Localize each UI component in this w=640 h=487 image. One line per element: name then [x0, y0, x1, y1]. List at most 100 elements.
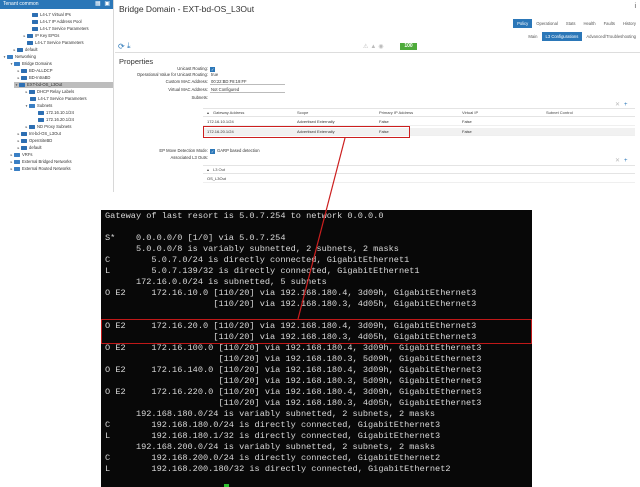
subtab-bar: Main L3 Configurations Advanced/Troubles… — [524, 32, 640, 41]
subtab-advanced-troubleshooting[interactable]: Advanced/Troubleshooting — [582, 32, 640, 41]
refresh-icon[interactable]: ⟳ — [118, 42, 125, 51]
bridge-domain-icon — [19, 83, 25, 87]
folder-icon — [30, 97, 36, 101]
tab-health[interactable]: Health — [579, 19, 599, 28]
tree-item-l4l7-virtual-ips[interactable]: L4-L7 Virtual IPs — [32, 12, 71, 18]
table-cell: Advertised Externally — [297, 119, 335, 124]
tab-faults[interactable]: Faults — [600, 19, 619, 28]
folder-icon — [14, 153, 20, 157]
bridge-domain-icon — [21, 76, 27, 80]
terminal-line: [110/20] via 192.168.180.3, 5d09h, Gigab… — [105, 354, 482, 364]
folder-icon — [29, 90, 35, 94]
subtab-l3-configurations[interactable]: L3 Configurations — [541, 32, 583, 41]
terminal-line: L 192.168.200.180/32 is directly connect… — [105, 464, 451, 474]
terminal-line: O E2 172.16.220.0 [110/20] via 192.168.1… — [105, 387, 482, 397]
tree-item-vrfs[interactable]: ▸ VRFs — [9, 152, 33, 158]
fault-counter-icons[interactable]: ⚠▲◉ — [363, 43, 386, 50]
tree-item-opensitebd[interactable]: ▸ OpenSiteBD — [16, 138, 53, 144]
page-title: Bridge Domain - EXT-bd-OS_L3Out — [119, 4, 255, 14]
subtab-main[interactable]: Main — [524, 32, 541, 41]
table-cell: False — [462, 119, 472, 124]
virtual-mac-input[interactable]: Not Configured — [210, 87, 285, 93]
tree-item-bd-intrabd[interactable]: ▸ BD-IntraBD — [16, 75, 51, 81]
terminal-line: 5.0.0.0/8 is variably subnetted, 2 subne… — [105, 244, 399, 254]
subnets-table-tools: ✕ + — [615, 101, 628, 108]
terminal-line: O E2 172.16.100.0 [110/20] via 192.168.1… — [105, 343, 482, 353]
tree-item-l4l7-service-parameters[interactable]: L4-L7 Service Parameters — [32, 26, 89, 32]
tree-header-title: Tenant common — [3, 1, 39, 7]
bridge-domain-icon — [21, 139, 27, 143]
table-header-row: ▴ L3 Out — [203, 166, 635, 174]
tree-header-icons[interactable]: ▦ ▣ — [95, 1, 111, 8]
column-header[interactable]: Primary IP Address — [379, 109, 413, 117]
terminal-line: [110/20] via 192.168.180.3, 4d05h, Gigab… — [105, 299, 477, 309]
tree-item-bridge-domains[interactable]: ▾ Bridge Domains — [9, 61, 52, 67]
folder-icon — [14, 62, 20, 66]
garp-detection-checkbox[interactable]: ✓ — [210, 148, 215, 154]
tree-item-networking[interactable]: ▾ Networking — [2, 54, 36, 60]
l3out-table: ▴ L3 Out OS_L3Out — [203, 165, 635, 185]
tree-item-nd-proxy-subnets[interactable]: ▸ ND Proxy Subnets — [24, 124, 72, 130]
terminal-line: [110/20] via 192.168.180.3, 5d09h, Gigab… — [105, 376, 482, 386]
column-header[interactable]: Gateway Address — [213, 109, 244, 117]
column-header[interactable]: Scope — [297, 109, 308, 117]
tab-operational[interactable]: Operational — [532, 19, 562, 28]
subnets-label: Subnets: — [191, 95, 208, 100]
folder-icon — [27, 34, 33, 38]
tree-item-bd-alldcp[interactable]: ▸ BD-ALLDCP — [16, 68, 53, 74]
tree-item-int-bd-os-l3out[interactable]: ▸ Int-bd-OS_L3Out — [16, 131, 61, 137]
custom-mac-label: Custom MAC Address: — [165, 79, 208, 84]
column-header[interactable]: L3 Out — [213, 166, 225, 174]
table-row[interactable]: 172.16.10.1/24 Advertised Externally Fal… — [203, 118, 635, 126]
custom-mac-input[interactable]: 00:22:BD:F8:19:FF — [210, 79, 285, 85]
terminal-line: 192.168.200.0/24 is variably subnetted, … — [105, 442, 436, 452]
tab-history[interactable]: History — [619, 19, 640, 28]
column-header[interactable]: Subnet Control — [546, 109, 573, 117]
delete-icon[interactable]: ✕ — [615, 158, 620, 164]
folder-icon — [29, 125, 35, 129]
health-score-badge[interactable]: 100 — [400, 43, 417, 50]
terminal-line: L 5.0.7.139/32 is directly connected, Gi… — [105, 266, 420, 276]
column-header[interactable]: Virtual IP — [462, 109, 478, 117]
tree-item-subnets[interactable]: ▾ Subnets — [24, 103, 53, 109]
gear-icon — [17, 48, 23, 52]
bridge-domain-icon — [21, 132, 27, 136]
folder-icon — [7, 55, 13, 59]
terminal-line: C 5.0.7.0/24 is directly connected, Giga… — [105, 255, 410, 265]
toolbar-divider — [115, 52, 640, 53]
tree-item-bd-default[interactable]: ▸ default — [16, 145, 42, 151]
terminal-line: 172.16.0.0/24 is subnetted, 5 subnets — [105, 277, 327, 287]
tree-item-subnet-172-16-10-1[interactable]: 172.16.10.1/24 — [38, 110, 74, 116]
sort-arrow-icon[interactable]: ▴ — [207, 109, 209, 117]
tree-item-dhcp-relay-labels[interactable]: ▸ DHCP Relay Labels — [24, 89, 75, 95]
tree-item-l4l7-service-parameters-3[interactable]: L4-L7 Service Parameters — [30, 96, 87, 102]
tree-item-default[interactable]: ▸ default — [12, 47, 38, 53]
folder-icon — [27, 41, 33, 45]
tree-header: Tenant common ▦ ▣ — [0, 0, 113, 9]
download-icon[interactable]: ⤓ — [127, 41, 131, 51]
terminal-window[interactable]: Gateway of last resort is 5.0.7.254 to n… — [101, 210, 532, 487]
properties-heading: Properties — [119, 57, 154, 66]
main-panel: Bridge Domain - EXT-bd-OS_L3Out i Policy… — [115, 0, 640, 192]
tree-item-external-routed-networks[interactable]: ▸ External Routed Networks — [9, 166, 71, 172]
folder-icon — [14, 160, 20, 164]
tab-policy[interactable]: Policy — [513, 19, 533, 28]
tab-bar: Policy Operational Stats Health Faults H… — [513, 19, 640, 28]
subnet-highlight-box — [203, 126, 410, 138]
route-highlight-box — [101, 319, 532, 344]
tree-item-ext-bd-os-l3out[interactable]: ▾ EXT-bd-OS_L3Out — [14, 82, 113, 88]
info-icon[interactable]: i — [634, 3, 636, 10]
add-icon[interactable]: + — [624, 158, 628, 164]
op-unicast-routing-label: Operational Value for Unicast Routing: — [136, 72, 208, 77]
tree-item-ip-key-epgs[interactable]: ▸ IP Key EPGs — [22, 33, 60, 39]
unicast-routing-checkbox[interactable]: ✓ — [210, 66, 215, 72]
tree-item-l4l7-ip-address-pool[interactable]: L4-L7 IP Address Pool — [32, 19, 82, 25]
sort-arrow-icon[interactable]: ▴ — [207, 166, 209, 174]
tree-item-l4l7-service-parameters-2[interactable]: L4-L7 Service Parameters — [27, 40, 84, 46]
tab-stats[interactable]: Stats — [562, 19, 580, 28]
ep-move-detection-label: EP Move Detection Mode: — [159, 148, 208, 153]
tree-item-external-bridged-networks[interactable]: ▸ External Bridged Networks — [9, 159, 72, 165]
terminal-line: O E2 172.16.140.0 [110/20] via 192.168.1… — [105, 365, 482, 375]
table-row[interactable]: OS_L3Out — [203, 175, 635, 183]
tree-item-subnet-172-16-20-1[interactable]: 172.16.20.1/24 — [38, 117, 74, 123]
